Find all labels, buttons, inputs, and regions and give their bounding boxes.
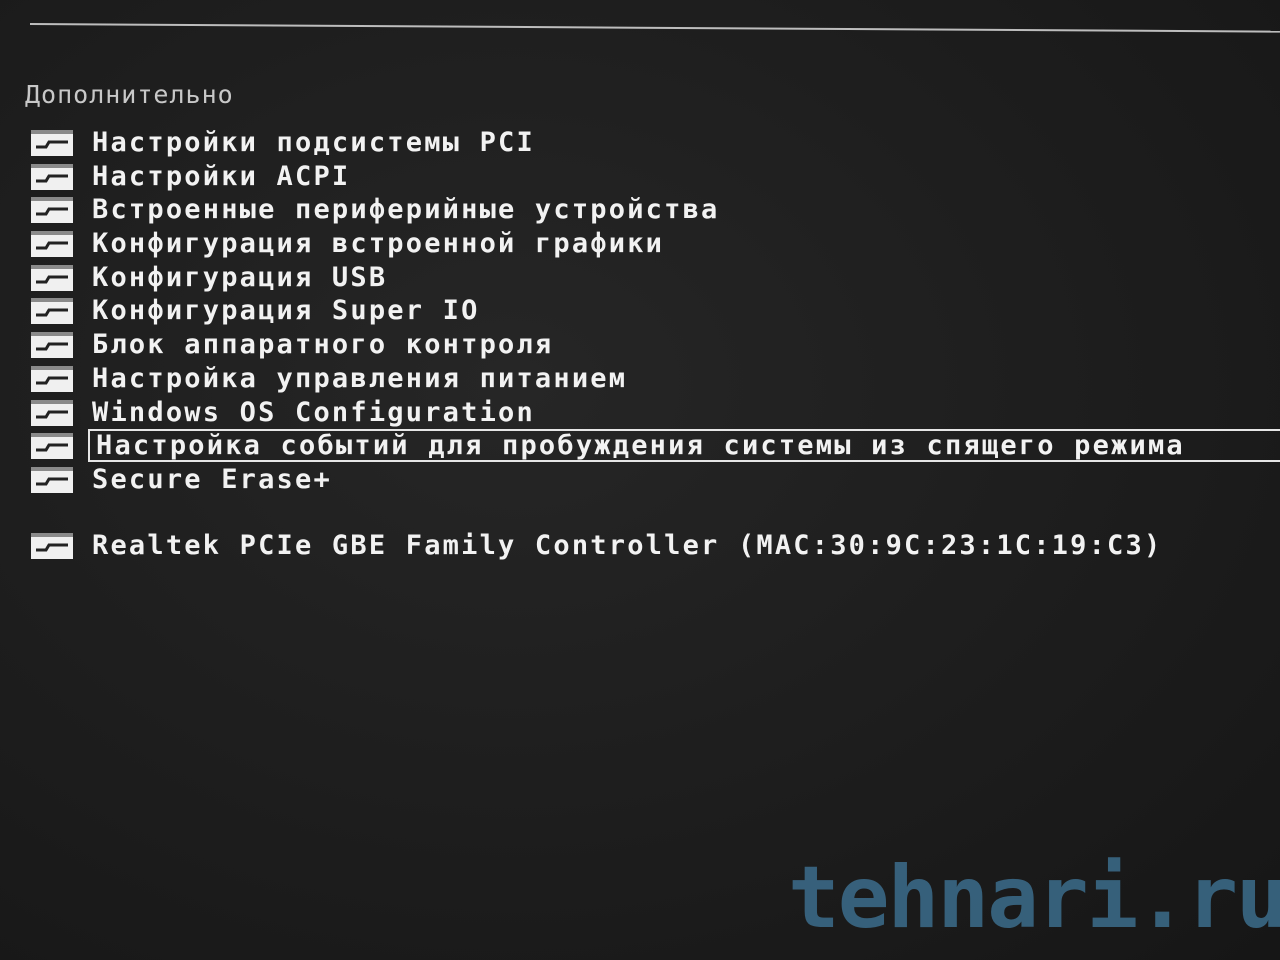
watermark: tehnari.ru	[788, 848, 1280, 948]
folder-icon	[31, 399, 73, 426]
menu-item-label: Настройки ACPI	[92, 160, 351, 192]
menu-item-label: Конфигурация USB	[92, 261, 388, 293]
folder-icon	[31, 365, 73, 392]
folder-icon	[31, 433, 73, 460]
folder-icon	[31, 130, 73, 156]
menu-item-label: Блок аппаратного контроля	[92, 329, 554, 361]
folder-icon	[31, 163, 73, 190]
menu-item-usb[interactable]: Конфигурация USB	[28, 261, 1280, 295]
menu-item-power-management[interactable]: Настройка управления питанием	[28, 362, 1280, 396]
menu-item-label: Windows OS Configuration	[92, 396, 535, 428]
folder-icon	[31, 532, 73, 559]
folder-icon	[31, 332, 73, 359]
menu-item-label: Встроенные периферийные устройства	[92, 194, 720, 226]
header-divider	[29, 23, 1280, 33]
menu-item-network-controller[interactable]: Realtek PCIe GBE Family Controller (MAC:…	[28, 529, 1280, 563]
menu-item-label: Настройка событий для пробуждения систем…	[88, 429, 1280, 463]
folder-icon	[31, 231, 73, 258]
bios-screen: Дополнительно Настройки подсистемы PCI Н…	[0, 0, 1280, 960]
menu-item-label: Secure Erase+	[92, 463, 332, 495]
menu-item-acpi[interactable]: Настройки ACPI	[28, 160, 1280, 194]
folder-icon	[31, 197, 73, 224]
menu-item-label: Realtek PCIe GBE Family Controller (MAC:…	[92, 529, 1163, 561]
advanced-menu: Настройки подсистемы PCI Настройки ACPI …	[28, 126, 1280, 562]
menu-item-graphics[interactable]: Конфигурация встроенной графики	[28, 227, 1280, 261]
menu-item-onboard-devices[interactable]: Встроенные периферийные устройства	[28, 193, 1280, 227]
folder-icon	[31, 298, 73, 325]
menu-item-pci[interactable]: Настройки подсистемы PCI	[28, 126, 1280, 160]
menu-item-wake-events[interactable]: Настройка событий для пробуждения систем…	[28, 429, 1280, 463]
menu-item-label: Настройки подсистемы PCI	[92, 127, 535, 158]
menu-item-label: Конфигурация Super IO	[92, 295, 480, 327]
menu-item-windows-os[interactable]: Windows OS Configuration	[28, 396, 1280, 430]
folder-icon	[31, 264, 73, 291]
folder-icon	[31, 466, 73, 493]
section-title: Дополнительно	[25, 80, 234, 109]
menu-item-super-io[interactable]: Конфигурация Super IO	[28, 294, 1280, 328]
menu-item-hardware-monitor[interactable]: Блок аппаратного контроля	[28, 328, 1280, 362]
menu-item-label: Конфигурация встроенной графики	[92, 228, 665, 260]
menu-spacer	[28, 497, 1280, 529]
menu-item-secure-erase[interactable]: Secure Erase+	[28, 463, 1280, 497]
menu-item-label: Настройка управления питанием	[92, 362, 628, 394]
